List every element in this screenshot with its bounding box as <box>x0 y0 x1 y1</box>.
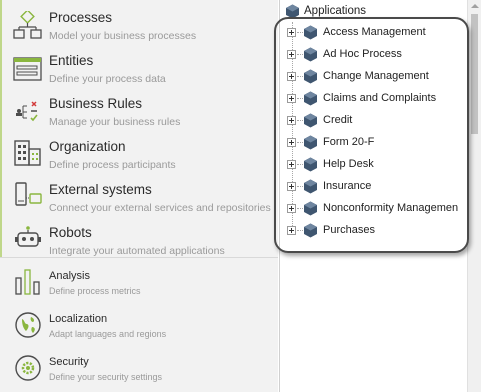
building-icon <box>13 138 43 168</box>
nav-entities[interactable]: Entities Define your process data <box>0 52 278 90</box>
section-divider <box>0 257 278 258</box>
nav-organization-title: Organization <box>49 139 126 154</box>
application-cube-icon <box>303 135 318 155</box>
vertical-scrollbar[interactable] <box>467 0 481 392</box>
tree-item[interactable]: Form 20-F <box>287 135 467 151</box>
expand-plus-icon[interactable] <box>287 182 296 191</box>
globe-icon <box>13 310 43 340</box>
business-rules-icon <box>13 97 43 127</box>
tree-item[interactable]: Change Management <box>287 69 467 85</box>
bar-chart-icon <box>13 267 43 297</box>
entity-form-icon <box>13 56 43 86</box>
nav-external-systems-subtitle: Connect your external services and repos… <box>49 202 271 214</box>
tree-item-label: Credit <box>323 114 353 126</box>
nav-localization-subtitle: Adapt languages and regions <box>49 329 167 339</box>
tree-item-label: Claims and Complaints <box>323 92 437 104</box>
application-cube-icon <box>303 69 318 89</box>
tree-item[interactable]: Purchases <box>287 223 467 239</box>
nav-analysis-title: Analysis <box>49 270 90 282</box>
scroll-up-arrow-icon[interactable] <box>471 4 479 8</box>
nav-security[interactable]: Security Define your security settings <box>0 353 278 388</box>
nav-analysis[interactable]: Analysis Define process metrics <box>0 267 278 302</box>
expand-plus-icon[interactable] <box>287 116 296 125</box>
application-cube-icon <box>285 4 300 24</box>
application-cube-icon <box>303 179 318 199</box>
tree-root-label: Applications <box>304 5 367 17</box>
nav-localization[interactable]: Localization Adapt languages and regions <box>0 310 278 345</box>
expand-plus-icon[interactable] <box>287 160 296 169</box>
nav-entities-title: Entities <box>49 53 94 68</box>
tree-item[interactable]: Access Management <box>287 25 467 41</box>
robot-icon <box>13 224 43 254</box>
tree-item[interactable]: Claims and Complaints <box>287 91 467 107</box>
navigation-panel: Processes Model your business processes … <box>0 0 278 392</box>
nav-analysis-subtitle: Define process metrics <box>49 286 141 296</box>
nav-external-systems-title: External systems <box>49 182 152 197</box>
expand-plus-icon[interactable] <box>287 226 296 235</box>
application-cube-icon <box>303 91 318 111</box>
expand-plus-icon[interactable] <box>287 72 296 81</box>
application-cube-icon <box>303 25 318 45</box>
expand-plus-icon[interactable] <box>287 94 296 103</box>
nav-organization-subtitle: Define process participants <box>49 159 176 171</box>
nav-processes[interactable]: Processes Model your business processes <box>0 9 278 47</box>
application-cube-icon <box>303 223 318 243</box>
expand-plus-icon[interactable] <box>287 204 296 213</box>
nav-entities-subtitle: Define your process data <box>49 73 166 85</box>
nav-robots-title: Robots <box>49 225 92 240</box>
tree-item[interactable]: Credit <box>287 113 467 129</box>
tree-item-label: Purchases <box>323 224 375 236</box>
tree-item-label: Form 20-F <box>323 136 375 148</box>
nav-localization-title: Localization <box>49 313 108 325</box>
application-cube-icon <box>303 113 318 133</box>
application-cube-icon <box>303 201 318 221</box>
tree-item-label: Change Management <box>323 70 429 82</box>
tree-item-label: Insurance <box>323 180 372 192</box>
expand-plus-icon[interactable] <box>287 28 296 37</box>
scroll-thumb[interactable] <box>471 14 478 134</box>
nav-business-rules[interactable]: Business Rules Manage your business rule… <box>0 95 278 133</box>
nav-business-rules-title: Business Rules <box>49 96 143 111</box>
nav-processes-title: Processes <box>49 10 113 25</box>
tree-item-label: Help Desk <box>323 158 374 170</box>
nav-external-systems[interactable]: External systems Connect your external s… <box>0 181 278 219</box>
nav-security-subtitle: Define your security settings <box>49 372 163 382</box>
application-cube-icon <box>303 157 318 177</box>
tree-item[interactable]: Insurance <box>287 179 467 195</box>
expand-plus-icon[interactable] <box>287 50 296 59</box>
nav-organization[interactable]: Organization Define process participants <box>0 138 278 176</box>
tree-item[interactable]: Ad Hoc Process <box>287 47 467 63</box>
tree-item[interactable]: Nonconformity Managemen <box>287 201 467 217</box>
tree-item-label: Access Management <box>323 26 426 38</box>
external-systems-icon <box>13 181 43 211</box>
application-cube-icon <box>303 47 318 67</box>
tree-item-label: Ad Hoc Process <box>323 48 402 60</box>
expand-plus-icon[interactable] <box>287 138 296 147</box>
security-gear-icon <box>13 353 43 383</box>
applications-tree-panel: Applications Access Management Ad Hoc Pr… <box>279 0 481 392</box>
tree-item[interactable]: Help Desk <box>287 157 467 173</box>
nav-business-rules-subtitle: Manage your business rules <box>49 116 181 128</box>
process-flow-icon <box>13 9 43 41</box>
nav-robots-subtitle: Integrate your automated applications <box>49 245 225 257</box>
nav-processes-subtitle: Model your business processes <box>49 30 197 42</box>
nav-security-title: Security <box>49 356 89 368</box>
tree-item-label: Nonconformity Managemen <box>323 202 459 214</box>
